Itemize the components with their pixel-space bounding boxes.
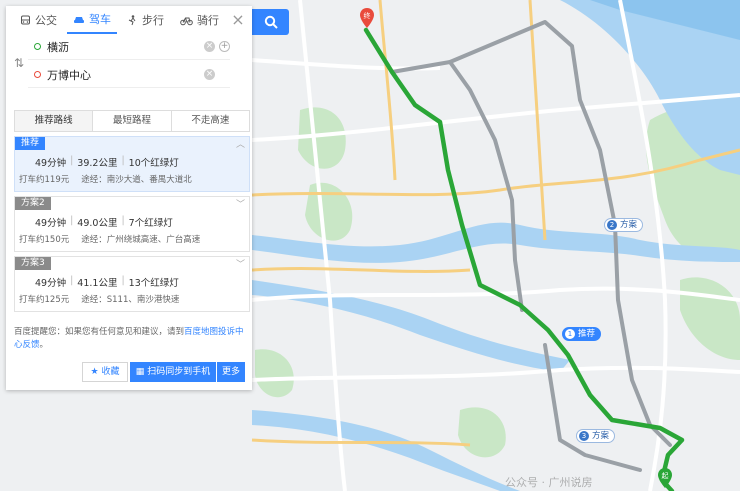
search-button[interactable] [252,9,289,35]
route-lights: 13个红绿灯 [128,278,179,289]
route-lights: 7个红绿灯 [128,218,173,229]
route-label-1[interactable]: 1 推荐 [562,327,602,341]
origin-dot-icon [34,43,41,50]
route-option-3[interactable]: 方案3 ﹀ 49分钟 | 41.1公里 | 13个红绿灯 打车约125元 途经：S1… [14,256,250,312]
clear-icon[interactable]: × [204,41,215,52]
tab-walk[interactable]: 步行 [121,6,170,34]
route-label-2[interactable]: 2 方案 [604,218,644,232]
add-waypoint-icon[interactable]: + [219,41,230,52]
bike-icon [180,17,193,25]
route-via: 途经：广州绕城高速、广台高速 [81,235,201,245]
tab-bike-label: 骑行 [197,14,219,27]
more-button[interactable]: 更多 [217,362,245,382]
route-detail: 打车约119元 途经：南沙大道、番禺大道北 [19,173,192,185]
separator: | [70,215,74,226]
feedback-prefix: 百度提醒您：如果您有任何意见和建议，请到 [14,327,185,337]
route-lights: 10个红绿灯 [128,158,179,169]
destination-value: 万博中心 [47,68,91,82]
tab-bus-label: 公交 [35,14,57,27]
route-label-number: 2 [607,220,617,230]
chevron-up-icon: ︿ [235,140,245,150]
route-distance: 41.1公里 [77,278,118,289]
favorite-button[interactable]: ★ 收藏 [82,362,128,382]
action-bar: ★ 收藏 ▦ 扫码同步到手机 更多 [6,362,252,388]
route-tag: 方案2 [15,197,51,210]
qr-sync-button[interactable]: ▦ 扫码同步到手机 [130,362,216,382]
route-tag: 推荐 [15,137,46,150]
route-summary: 49分钟 | 49.0公里 | 7个红绿灯 [35,215,173,229]
car-icon [74,16,84,23]
end-pin[interactable]: 终 [360,8,374,31]
destination-dot-icon [34,71,41,78]
route-label-number: 1 [565,329,575,339]
tab-no-highway[interactable]: 不走高速 [170,111,249,131]
tab-shortest[interactable]: 最短路程 [92,111,170,131]
origin-field[interactable]: 横沥 × + [28,34,230,60]
clear-icon[interactable]: × [204,69,215,80]
close-icon[interactable]: × [230,12,246,28]
chevron-down-icon: ﹀ [235,260,245,270]
separator: | [121,275,125,286]
route-distance: 49.0公里 [77,218,118,229]
route-label-3[interactable]: 3 方案 [576,429,616,443]
route-via: 途经：南沙大道、番禺大道北 [81,175,192,185]
separator: | [70,275,74,286]
origin-value: 横沥 [47,40,69,54]
walk-icon [128,14,136,25]
start-pin-label: 起 [662,472,669,480]
route-summary: 49分钟 | 41.1公里 | 13个红绿灯 [35,275,179,289]
route-label-text: 方案 [592,431,610,441]
tab-bus[interactable]: 公交 [14,6,63,34]
route-label-number: 3 [579,431,589,441]
route-inputs: ⇅ 横沥 × + 万博中心 × [6,34,252,90]
route-time: 49分钟 [35,278,67,289]
favorite-label: 收藏 [101,367,120,377]
travel-mode-tabs: 公交 驾车 步行 骑行 [6,6,252,34]
route-distance: 39.2公里 [77,158,118,169]
route-panel: 公交 驾车 步行 骑行 × ⇅ 横沥 × + 万博中心 × 推荐路线 最短路程 … [6,6,252,390]
tab-car-label: 驾车 [89,13,111,26]
route-taxi: 打车约119元 [19,175,70,185]
separator: | [121,215,125,226]
watermark: 公众号 · 广州说房 [505,476,593,489]
separator: | [70,155,74,166]
route-summary: 49分钟 | 39.2公里 | 10个红绿灯 [35,155,179,169]
route-preference-tabs: 推荐路线 最短路程 不走高速 [14,110,250,132]
route-label-text: 方案 [620,220,638,230]
route-time: 49分钟 [35,218,67,229]
route-via: 途经：S111、南沙港快速 [81,295,180,305]
route-taxi: 打车约125元 [19,295,70,305]
chevron-down-icon: ﹀ [235,200,245,210]
bus-icon [21,15,30,24]
star-icon: ★ [90,367,99,377]
start-pin[interactable]: 起 [658,468,672,491]
qr-label: 扫码同步到手机 [147,367,211,377]
tab-bike[interactable]: 骑行 [174,6,225,34]
end-pin-label: 终 [364,11,371,20]
route-time: 49分钟 [35,158,67,169]
qr-icon: ▦ [135,367,145,377]
route-option-2[interactable]: 方案2 ﹀ 49分钟 | 49.0公里 | 7个红绿灯 打车约150元 途经：广州绕… [14,196,250,252]
tab-recommended[interactable]: 推荐路线 [15,111,93,131]
destination-field[interactable]: 万博中心 × [28,62,230,88]
route-taxi: 打车约150元 [19,235,70,245]
separator: | [121,155,125,166]
route-option-1[interactable]: 推荐 ︿ 49分钟 | 39.2公里 | 10个红绿灯 打车约119元 途经：南沙大… [14,136,250,192]
route-tag: 方案3 [15,257,51,270]
tab-car[interactable]: 驾车 [67,6,117,34]
route-label-text: 推荐 [578,329,596,339]
feedback-suffix: 。 [39,340,49,350]
route-detail: 打车约125元 途经：S111、南沙港快速 [19,293,179,305]
search-icon [264,15,278,29]
route-detail: 打车约150元 途经：广州绕城高速、广台高速 [19,233,200,245]
tab-walk-label: 步行 [142,14,164,27]
feedback-note: 百度提醒您：如果您有任何意见和建议，请到百度地图投诉中心反馈。 [14,326,250,352]
swap-icon[interactable]: ⇅ [14,56,24,70]
